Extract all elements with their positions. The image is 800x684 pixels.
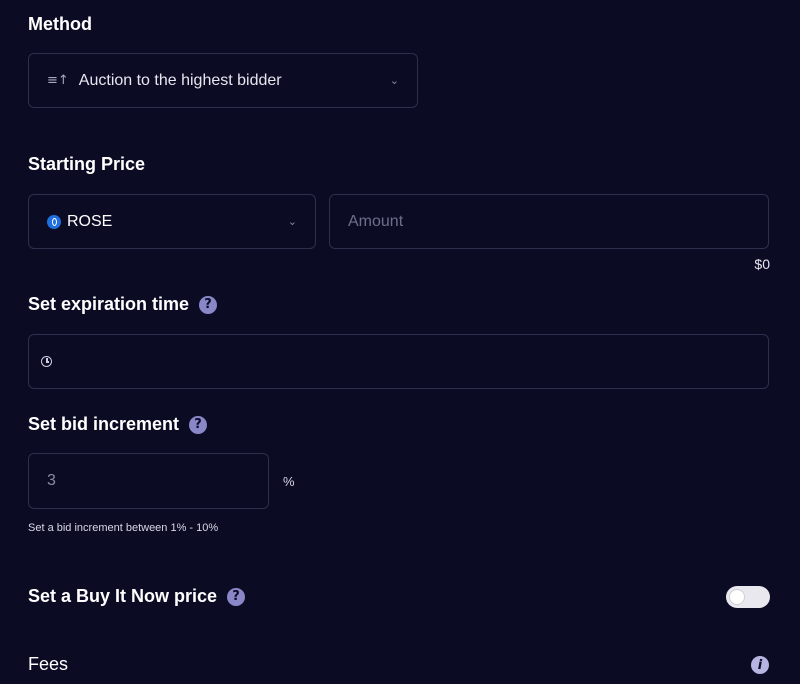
currency-select[interactable]: ROSE ⌄ [28, 194, 316, 249]
buy-now-label: Set a Buy It Now price ? [28, 586, 246, 607]
chevron-down-icon: ⌄ [287, 215, 297, 228]
currency-value: ROSE [67, 212, 113, 230]
expiration-label: Set expiration time ? [28, 294, 218, 315]
method-label: Method [28, 14, 92, 34]
percent-unit: % [283, 474, 295, 489]
bid-increment-hint: Set a bid increment between 1% - 10% [28, 522, 219, 534]
fees-label: Fees [28, 654, 69, 674]
expiration-input[interactable] [28, 334, 769, 389]
bid-increment-value: 3 [47, 472, 56, 489]
bid-increment-input[interactable]: 3 [28, 453, 269, 509]
sort-ascending-icon: ≡↑ [47, 73, 69, 88]
buy-now-toggle[interactable] [726, 586, 770, 608]
help-icon[interactable]: ? [227, 587, 246, 606]
amount-input[interactable]: Amount [329, 194, 769, 249]
info-icon[interactable]: i [751, 656, 769, 674]
toggle-knob [730, 590, 744, 604]
starting-price-label: Starting Price [28, 154, 146, 174]
chevron-down-icon: ⌄ [389, 74, 399, 87]
help-icon[interactable]: ? [189, 415, 208, 434]
amount-placeholder: Amount [348, 212, 404, 230]
rose-token-icon [47, 214, 61, 229]
usd-value: $0 [754, 256, 770, 272]
help-icon[interactable]: ? [199, 295, 218, 314]
clock-icon [41, 356, 52, 367]
method-select[interactable]: ≡↑ Auction to the highest bidder ⌄ [28, 53, 418, 108]
method-selected-value: Auction to the highest bidder [78, 71, 282, 89]
bid-increment-label: Set bid increment ? [28, 414, 208, 435]
